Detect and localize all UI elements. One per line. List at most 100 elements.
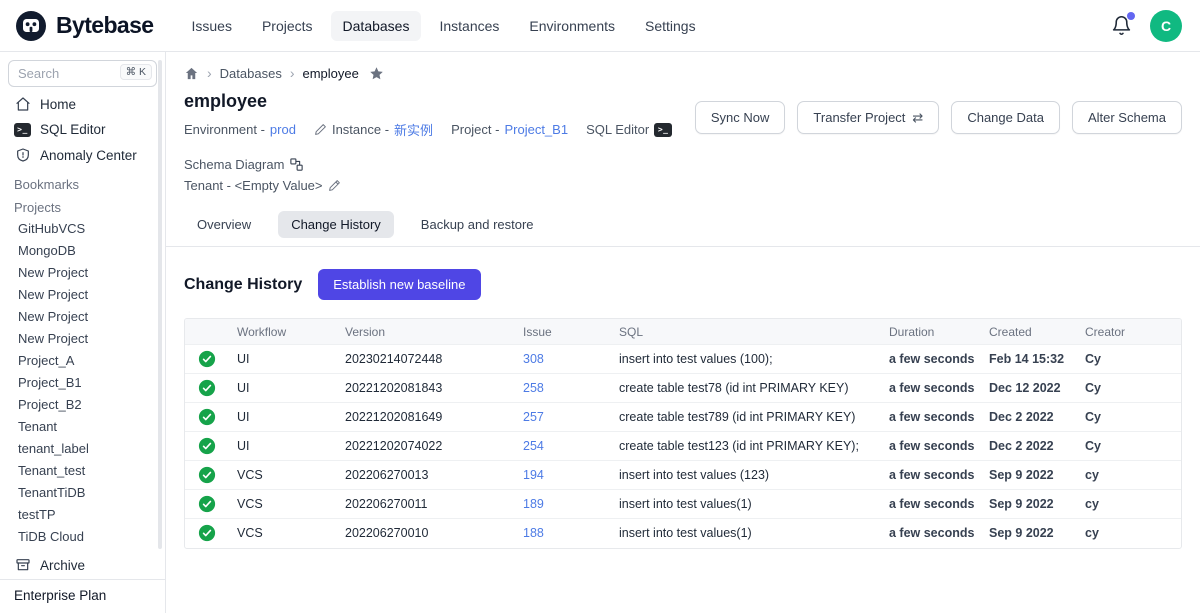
page-header-left: employee Environment - prod Instance - 新… (184, 91, 695, 199)
issue-link[interactable]: 188 (523, 526, 544, 540)
check-circle-icon (198, 466, 216, 484)
cell-creator: Cy (1085, 374, 1181, 403)
nav-item-projects[interactable]: Projects (250, 11, 325, 41)
sidebar-scrollbar[interactable] (158, 60, 162, 549)
table-row: UI20221202081649257create table test789 … (185, 403, 1181, 432)
issue-link[interactable]: 194 (523, 468, 544, 482)
cell-status (185, 374, 237, 403)
meta-line-1: Environment - prod Instance - 新实例 Projec… (184, 120, 695, 172)
sidebar-project-project-b1-7[interactable]: Project_B1 (0, 372, 165, 394)
sidebar-project-new-project-4[interactable]: New Project (0, 306, 165, 328)
breadcrumb: Databases employee (166, 52, 1200, 85)
cell-duration: a few seconds (889, 403, 989, 432)
sidebar-project-mongodb-1[interactable]: MongoDB (0, 240, 165, 262)
bookmark-star-icon[interactable] (369, 66, 384, 81)
issue-link[interactable]: 189 (523, 497, 544, 511)
tab-overview[interactable]: Overview (184, 211, 264, 238)
breadcrumb-databases[interactable]: Databases (220, 66, 282, 81)
tab-backup-and-restore[interactable]: Backup and restore (408, 211, 547, 238)
cell-sql: create table test123 (id int PRIMARY KEY… (619, 432, 889, 461)
table-row: VCS202206270011189insert into test value… (185, 490, 1181, 519)
issue-link[interactable]: 308 (523, 352, 544, 366)
search-box: ⌘ K (8, 60, 157, 87)
sidebar: ⌘ K Home>_SQL EditorAnomaly Center Bookm… (0, 52, 166, 613)
sidebar-section-projects: Projects (0, 195, 165, 218)
sidebar-project-testtp-13[interactable]: testTP (0, 504, 165, 526)
schema-diagram-link[interactable]: Schema Diagram (184, 157, 304, 172)
avatar[interactable]: C (1150, 10, 1182, 42)
cell-duration: a few seconds (889, 461, 989, 490)
check-circle-icon (198, 379, 216, 397)
action-sync-now-button[interactable]: Sync Now (695, 101, 786, 134)
issue-link[interactable]: 257 (523, 410, 544, 424)
sidebar-project-tenant-test-11[interactable]: Tenant_test (0, 460, 165, 482)
bytebase-logo-icon (14, 9, 48, 43)
sidebar-project-tenant-9[interactable]: Tenant (0, 416, 165, 438)
sidebar-item-label: Anomaly Center (40, 148, 137, 163)
nav-item-databases[interactable]: Databases (331, 11, 422, 41)
action-transfer-project-button[interactable]: Transfer Project⇄ (797, 101, 939, 134)
project-link[interactable]: Project_B1 (504, 122, 568, 137)
nav-item-settings[interactable]: Settings (633, 11, 708, 41)
action-change-data-button[interactable]: Change Data (951, 101, 1060, 134)
sidebar-project-new-project-3[interactable]: New Project (0, 284, 165, 306)
nav-item-instances[interactable]: Instances (427, 11, 511, 41)
instance-link[interactable]: 新实例 (394, 120, 433, 139)
col-creator: Creator (1085, 319, 1181, 345)
cell-created: Dec 2 2022 (989, 403, 1085, 432)
cell-workflow: VCS (237, 519, 345, 548)
cell-status (185, 345, 237, 374)
sidebar-project-project-b2-8[interactable]: Project_B2 (0, 394, 165, 416)
cell-version: 20221202081843 (345, 374, 523, 403)
sidebar-project-tidb-cloud-14[interactable]: TiDB Cloud (0, 526, 165, 548)
edit-pencil-icon[interactable] (328, 179, 341, 192)
nav-item-environments[interactable]: Environments (517, 11, 627, 41)
cell-sql: insert into test values (123) (619, 461, 889, 490)
sidebar-project-tenanttidb-12[interactable]: TenantTiDB (0, 482, 165, 504)
sidebar-project-list: GitHubVCSMongoDBNew ProjectNew ProjectNe… (0, 218, 165, 548)
cell-issue: 258 (523, 374, 619, 403)
sidebar-project-new-project-2[interactable]: New Project (0, 262, 165, 284)
tenant-meta: Tenant - <Empty Value> (184, 178, 341, 193)
cell-created: Sep 9 2022 (989, 519, 1085, 548)
sql-editor-link[interactable]: SQL Editor >_ (586, 122, 672, 137)
col-version: Version (345, 319, 523, 345)
cell-creator: Cy (1085, 345, 1181, 374)
check-circle-icon (198, 524, 216, 542)
cell-duration: a few seconds (889, 519, 989, 548)
col-status (185, 319, 237, 345)
archive-label: Archive (40, 558, 85, 573)
tab-change-history[interactable]: Change History (278, 211, 394, 238)
change-history-table: WorkflowVersionIssueSQLDurationCreatedCr… (184, 318, 1182, 549)
check-circle-icon (198, 437, 216, 455)
brand[interactable]: Bytebase (14, 9, 153, 43)
plan-footer[interactable]: Enterprise Plan (0, 579, 165, 613)
cell-workflow: UI (237, 432, 345, 461)
check-circle-icon (198, 495, 216, 513)
sidebar-project-project-a-6[interactable]: Project_A (0, 350, 165, 372)
sidebar-project-tenant-label-10[interactable]: tenant_label (0, 438, 165, 460)
sidebar-item-archive[interactable]: Archive (0, 552, 165, 578)
sidebar-item-sql-editor[interactable]: >_SQL Editor (0, 117, 165, 142)
environment-link[interactable]: prod (270, 122, 296, 137)
table-row: VCS202206270013194insert into test value… (185, 461, 1181, 490)
schema-diagram-icon (289, 157, 304, 172)
breadcrumb-separator (207, 65, 212, 81)
nav-item-issues[interactable]: Issues (179, 11, 243, 41)
breadcrumb-home-icon[interactable] (184, 66, 199, 81)
issue-link[interactable]: 258 (523, 381, 544, 395)
sidebar-item-anomaly-center[interactable]: Anomaly Center (0, 142, 165, 168)
sidebar-item-home[interactable]: Home (0, 91, 165, 117)
top-navbar: Bytebase IssuesProjectsDatabasesInstance… (0, 0, 1200, 52)
history-table-body: UI 20230214072448308 insert into test valu… (185, 345, 1181, 548)
sidebar-project-githubvcs-0[interactable]: GitHubVCS (0, 218, 165, 240)
cell-sql: create table test789 (id int PRIMARY KEY… (619, 403, 889, 432)
sidebar-project-new-project-5[interactable]: New Project (0, 328, 165, 350)
issue-link[interactable]: 254 (523, 439, 544, 453)
notifications-button[interactable] (1111, 15, 1132, 36)
establish-baseline-button[interactable]: Establish new baseline (318, 269, 480, 300)
top-nav-items: IssuesProjectsDatabasesInstancesEnvironm… (179, 11, 707, 41)
cell-created: Dec 12 2022 (989, 374, 1085, 403)
cell-version: 20230214072448 (345, 345, 523, 374)
action-alter-schema-button[interactable]: Alter Schema (1072, 101, 1182, 134)
